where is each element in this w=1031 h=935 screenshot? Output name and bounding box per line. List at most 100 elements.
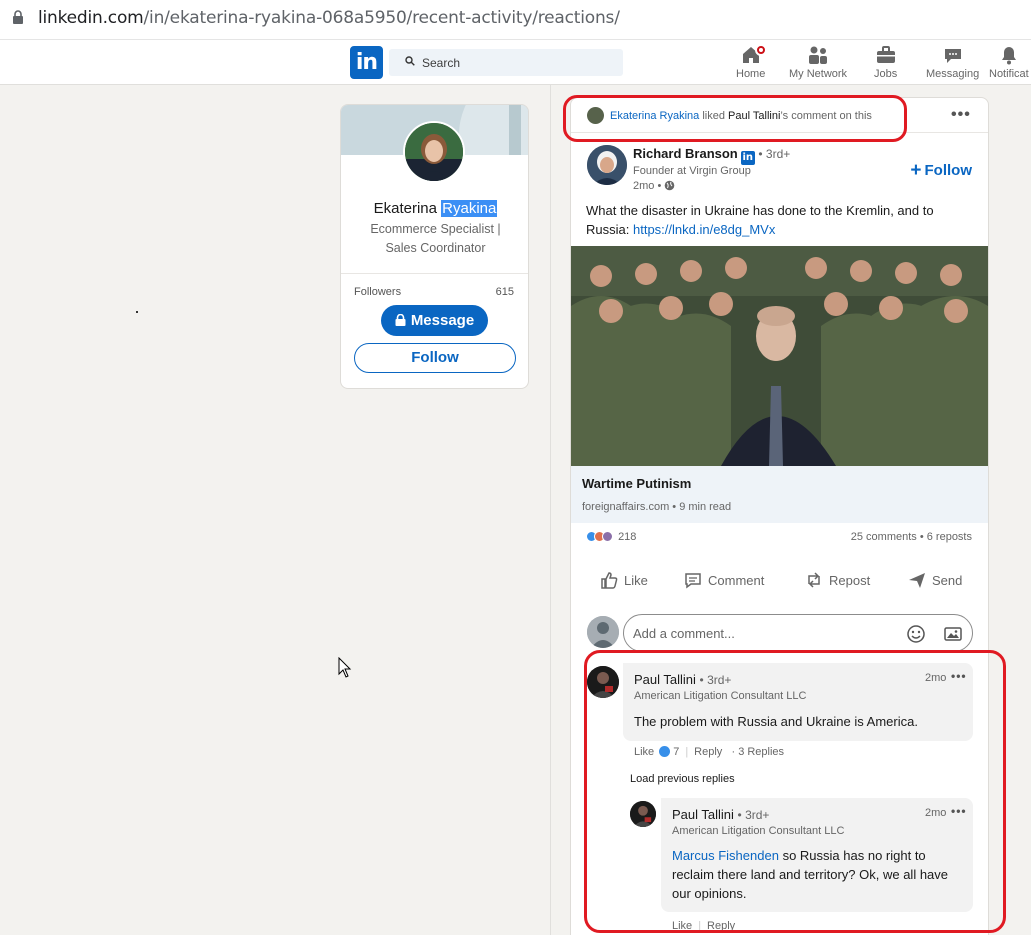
- nav-my-network-label: My Network: [789, 68, 848, 80]
- send-button[interactable]: Send: [907, 570, 962, 590]
- comment-like-button[interactable]: Like: [634, 746, 654, 758]
- bell-icon: [1001, 47, 1016, 65]
- author-subtitle: Founder at Virgin Group: [633, 165, 751, 177]
- reply-avatar[interactable]: [630, 801, 656, 827]
- followers-count: 615: [495, 286, 514, 298]
- linkedin-badge-icon: in: [740, 151, 755, 165]
- comment-text: The problem with Russia and Ukraine is A…: [634, 714, 918, 729]
- commenter-degree: • 3rd+: [699, 673, 732, 687]
- author-avatar[interactable]: [587, 145, 627, 185]
- top-nav: in Search Home My Network Jobs Messaging…: [0, 40, 1031, 85]
- commenter-name-text: Paul Tallini: [634, 672, 696, 687]
- like-button[interactable]: Like: [599, 570, 648, 590]
- activity-header: Ekaterina Ryakina liked Paul Tallini’s c…: [587, 107, 872, 124]
- search-icon: [405, 56, 415, 66]
- actor-mini-avatar[interactable]: [587, 107, 604, 124]
- add-comment-input[interactable]: Add a comment...: [623, 614, 973, 652]
- current-user-avatar: [587, 616, 619, 648]
- profile-first-name: Ekaterina: [373, 200, 437, 217]
- post-follow-button[interactable]: + Follow: [910, 160, 972, 182]
- nav-notifications[interactable]: Notificat: [989, 44, 1029, 80]
- post-actions: Like Comment Repost Send: [571, 558, 988, 602]
- repost-button[interactable]: Repost: [804, 570, 870, 590]
- comment-replies-count[interactable]: · 3 Replies: [731, 746, 784, 758]
- post-follow-label: Follow: [924, 162, 973, 179]
- post-more-menu-icon[interactable]: •••: [951, 106, 971, 124]
- profile-follow-button[interactable]: Follow: [354, 343, 516, 373]
- comments-reposts-count[interactable]: 25 comments • 6 reposts: [851, 531, 972, 543]
- reply-reply-button[interactable]: Reply: [707, 920, 735, 932]
- search-placeholder: Search: [422, 56, 461, 70]
- url-path: /in/ekaterina-ryakina-068a5950/recent-ac…: [143, 8, 620, 28]
- activity-actor-link[interactable]: Ekaterina Ryakina: [610, 110, 699, 122]
- comment-like-count[interactable]: 7: [673, 746, 679, 758]
- send-label: Send: [932, 573, 963, 588]
- nav-home[interactable]: Home: [736, 44, 767, 80]
- article-preview[interactable]: Wartime Putinism foreignaffairs.com • 9 …: [571, 466, 988, 523]
- jobs-icon: [876, 46, 895, 63]
- reactions-count: 218: [618, 531, 637, 543]
- article-image[interactable]: [571, 246, 988, 466]
- profile-last-name-selected: Ryakina: [441, 200, 498, 217]
- reply-author-text: Paul Tallini: [672, 807, 734, 822]
- comment-more-menu-icon[interactable]: •••: [951, 669, 967, 683]
- comment-icon: [685, 573, 701, 589]
- comment-button[interactable]: Comment: [683, 570, 764, 590]
- nav-home-label: Home: [736, 68, 766, 80]
- nav-my-network[interactable]: My Network: [789, 44, 847, 80]
- nav-jobs[interactable]: Jobs: [874, 44, 897, 80]
- message-button-label: Message: [410, 312, 475, 329]
- url-host: linkedin.com: [38, 8, 144, 28]
- reactions-summary[interactable]: 218: [586, 531, 636, 543]
- message-button[interactable]: Message: [381, 305, 488, 336]
- divider: [341, 273, 528, 274]
- send-icon: [909, 573, 925, 588]
- messaging-icon: [944, 49, 961, 63]
- reply-more-menu-icon[interactable]: •••: [951, 804, 967, 818]
- comment-actions: Like 7 | Reply · 3 Replies: [634, 746, 785, 758]
- lock-icon: [13, 10, 23, 24]
- activity-target-link[interactable]: Paul Tallini: [728, 110, 780, 122]
- author-name[interactable]: Richard Branson in • 3rd+: [633, 146, 790, 165]
- comment-label: Comment: [708, 573, 765, 588]
- reply-author-name[interactable]: Paul Tallini • 3rd+: [672, 807, 769, 822]
- browser-url-bar[interactable]: linkedin.com/in/ekaterina-ryakina-068a59…: [0, 0, 1031, 40]
- image-icon[interactable]: [943, 624, 963, 644]
- author-name-text: Richard Branson: [633, 146, 738, 161]
- profile-headline: Ecommerce Specialist | Sales Coordinator: [370, 222, 501, 255]
- notification-badge: [755, 44, 767, 56]
- activity-post-card: Ekaterina Ryakina liked Paul Tallini’s c…: [570, 97, 989, 935]
- profile-avatar[interactable]: [403, 121, 465, 183]
- search-input[interactable]: Search: [389, 49, 623, 76]
- post-text: What the disaster in Ukraine has done to…: [586, 201, 976, 239]
- reply-degree: • 3rd+: [737, 808, 770, 822]
- repost-icon: [808, 572, 820, 588]
- nav-messaging[interactable]: Messaging: [926, 44, 979, 80]
- post-time-text: 2mo •: [633, 180, 662, 192]
- profile-card: Ekaterina Ryakina Ecommerce Specialist |…: [340, 104, 529, 389]
- commenter-avatar[interactable]: [587, 666, 619, 698]
- post-link[interactable]: https://lnkd.in/e8dg_MVx: [633, 222, 775, 237]
- activity-suffix: ’s comment on this: [780, 110, 872, 122]
- comment-time: 2mo: [925, 672, 947, 684]
- reply-mention-link[interactable]: Marcus Fishenden: [672, 848, 779, 863]
- reply-time: 2mo: [925, 807, 947, 819]
- thumbs-up-icon: [601, 572, 618, 589]
- network-icon: [809, 46, 828, 64]
- reply-like-button[interactable]: Like: [672, 920, 692, 932]
- profile-name[interactable]: Ekaterina Ryakina: [341, 200, 528, 217]
- reply-subtitle: American Litigation Consultant LLC: [672, 825, 845, 837]
- linkedin-logo[interactable]: in: [350, 46, 383, 79]
- post-time: 2mo •: [633, 180, 675, 192]
- comment-reply-button[interactable]: Reply: [694, 746, 722, 758]
- activity-verb: liked: [702, 110, 725, 122]
- nav-messaging-label: Messaging: [926, 68, 980, 80]
- reply-actions: Like | Reply: [672, 920, 736, 932]
- commenter-name[interactable]: Paul Tallini • 3rd+: [634, 672, 731, 687]
- repost-label: Repost: [829, 573, 871, 588]
- load-previous-replies[interactable]: Load previous replies: [630, 773, 735, 785]
- mouse-cursor-icon: [338, 657, 352, 678]
- url-text[interactable]: linkedin.com/in/ekaterina-ryakina-068a59…: [38, 8, 620, 28]
- profile-follow-label: Follow: [411, 349, 459, 366]
- emoji-icon[interactable]: [906, 624, 926, 644]
